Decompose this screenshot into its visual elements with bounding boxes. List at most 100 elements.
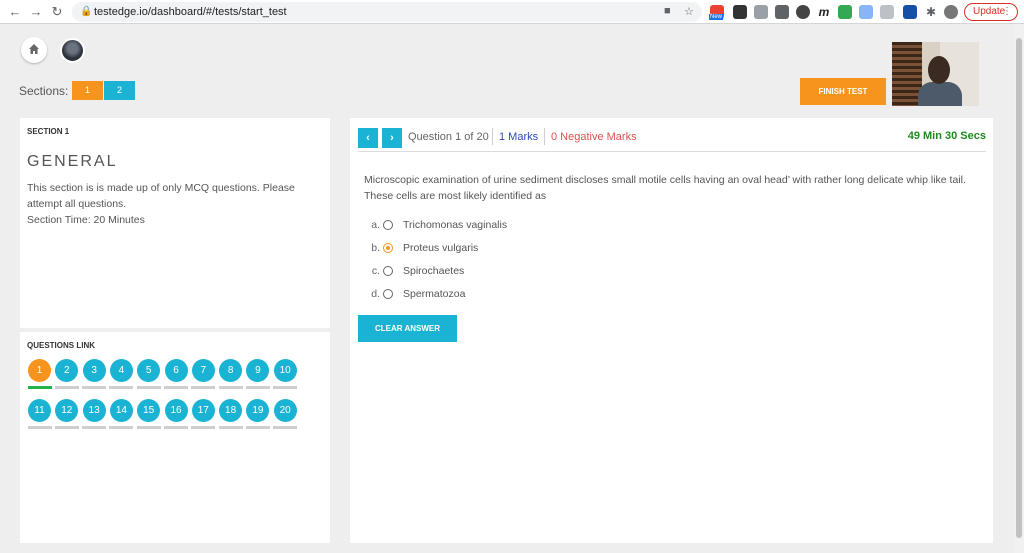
bookmark-star-icon[interactable]: ☆ (684, 5, 694, 18)
question-link-17[interactable]: 17 (191, 399, 215, 422)
webcam-preview (892, 42, 979, 106)
question-status-bar (82, 386, 107, 389)
back-arrow-icon[interactable]: ← (6, 3, 24, 21)
question-link-5[interactable]: 5 (137, 359, 161, 382)
option-radio[interactable] (383, 220, 393, 230)
question-link-15[interactable]: 15 (137, 399, 161, 422)
question-status-bar (164, 426, 188, 429)
next-question-button[interactable]: › (382, 128, 402, 148)
question-link-8[interactable]: 8 (219, 359, 243, 382)
m-extension-icon[interactable]: m (817, 5, 831, 19)
extension-icon[interactable] (754, 5, 768, 19)
question-status-bar (136, 386, 161, 389)
question-status-bar (54, 426, 79, 429)
option-label[interactable]: Trichomonas vaginalis (403, 219, 507, 231)
option-letter: d. (371, 288, 380, 300)
question-link-9[interactable]: 9 (246, 359, 270, 382)
question-link-3[interactable]: 3 (82, 359, 106, 382)
lock-icon: 🔒 (80, 6, 93, 17)
webcam-person-body (918, 82, 962, 106)
finish-test-button[interactable]: FINISH TEST (800, 78, 886, 105)
question-text: Microscopic examination of urine sedimen… (364, 174, 966, 202)
question-status-bar (54, 386, 79, 389)
extension-icon[interactable] (796, 5, 810, 19)
marks-label: 1 Marks (499, 131, 539, 143)
question-status-bar (273, 386, 298, 389)
user-avatar[interactable] (60, 38, 85, 63)
question-status-bar (218, 386, 243, 389)
question-counter: Question 1 of 20 (408, 131, 489, 143)
extension-icon[interactable] (903, 5, 917, 19)
option-label[interactable]: Spirochaetes (403, 265, 464, 277)
question-link-18[interactable]: 18 (219, 399, 243, 422)
sections-label: Sections: (19, 84, 69, 98)
section-description-text: This section is is made up of only MCQ q… (27, 182, 295, 210)
question-status-bar (273, 426, 298, 429)
question-status-bar (109, 386, 134, 389)
question-link-10[interactable]: 10 (273, 359, 297, 382)
profile-avatar-icon[interactable] (944, 5, 958, 19)
new-badge: New (709, 14, 724, 20)
puzzle-icon[interactable]: ✱ (924, 5, 938, 19)
question-link-13[interactable]: 13 (82, 399, 106, 422)
option-letter: c. (371, 265, 380, 277)
option-label[interactable]: Spermatozoa (403, 288, 465, 300)
more-vert-icon: ⋮ (1002, 6, 1012, 17)
question-status-bar (27, 426, 52, 429)
url-text: testedge.io/dashboard/#/tests/start_test (94, 6, 287, 18)
extension-icon[interactable] (733, 5, 747, 19)
address-bar[interactable]: 🔒 testedge.io/dashboard/#/tests/start_te… (72, 2, 702, 22)
questions-link-panel: QUESTIONS LINK 1 2 3 4 5 6 7 8 9 10 11 12 13 14 15 16 17… (20, 332, 330, 543)
update-label: Update (973, 6, 1006, 17)
question-link-2[interactable]: 2 (55, 359, 79, 382)
camera-icon[interactable]: ■ (664, 5, 671, 17)
divider (492, 128, 493, 145)
question-link-19[interactable]: 19 (246, 399, 270, 422)
question-link-6[interactable]: 6 (164, 359, 188, 382)
question-link-16[interactable]: 16 (164, 399, 188, 422)
option-radio[interactable] (383, 243, 393, 253)
update-button[interactable]: Update ⋮ (964, 3, 1018, 21)
question-link-14[interactable]: 14 (109, 399, 133, 422)
section-name: GENERAL (27, 153, 118, 170)
countdown-timer: 49 Min 30 Secs (907, 130, 986, 142)
home-button[interactable] (21, 37, 47, 63)
question-link-11[interactable]: 11 (28, 399, 51, 422)
extension-icon[interactable] (838, 5, 852, 19)
prev-question-button[interactable]: ‹ (358, 128, 378, 148)
question-status-bar (109, 426, 134, 429)
section-description: This section is is made up of only MCQ q… (27, 180, 317, 228)
question-link-20[interactable]: 20 (273, 399, 297, 422)
section-1-button[interactable]: 1 (72, 81, 103, 100)
question-link-4[interactable]: 4 (109, 359, 133, 382)
reload-icon[interactable]: ↻ (48, 3, 66, 21)
question-status-bar (82, 426, 107, 429)
option-letter: b. (371, 242, 380, 254)
section-2-button[interactable]: 2 (104, 81, 135, 100)
forward-arrow-icon[interactable]: → (27, 3, 45, 21)
divider (358, 151, 986, 152)
extension-icon[interactable] (859, 5, 873, 19)
question-status-bar (218, 426, 243, 429)
question-link-12[interactable]: 12 (55, 399, 79, 422)
option-radio[interactable] (383, 266, 393, 276)
negative-marks-label: 0 Negative Marks (551, 131, 637, 143)
page-scrollbar[interactable] (1014, 24, 1024, 553)
question-link-7[interactable]: 7 (191, 359, 215, 382)
divider (544, 128, 545, 145)
question-link-1[interactable]: 1 (28, 359, 51, 382)
option-letter: a. (371, 219, 380, 231)
question-status-bar (27, 386, 52, 389)
question-status-bar (245, 386, 270, 389)
clear-answer-button[interactable]: CLEAR ANSWER (358, 315, 457, 342)
option-label[interactable]: Proteus vulgaris (403, 242, 478, 254)
scrollbar-thumb[interactable] (1016, 38, 1022, 538)
webcam-person-head (928, 56, 950, 84)
section-info-panel: SECTION 1 GENERAL This section is is mad… (20, 118, 330, 328)
recycle-icon[interactable] (775, 5, 789, 19)
question-status-bar (245, 426, 270, 429)
option-radio[interactable] (383, 289, 393, 299)
home-icon (29, 44, 39, 54)
extension-icon[interactable] (880, 5, 894, 19)
question-status-bar (191, 386, 216, 389)
